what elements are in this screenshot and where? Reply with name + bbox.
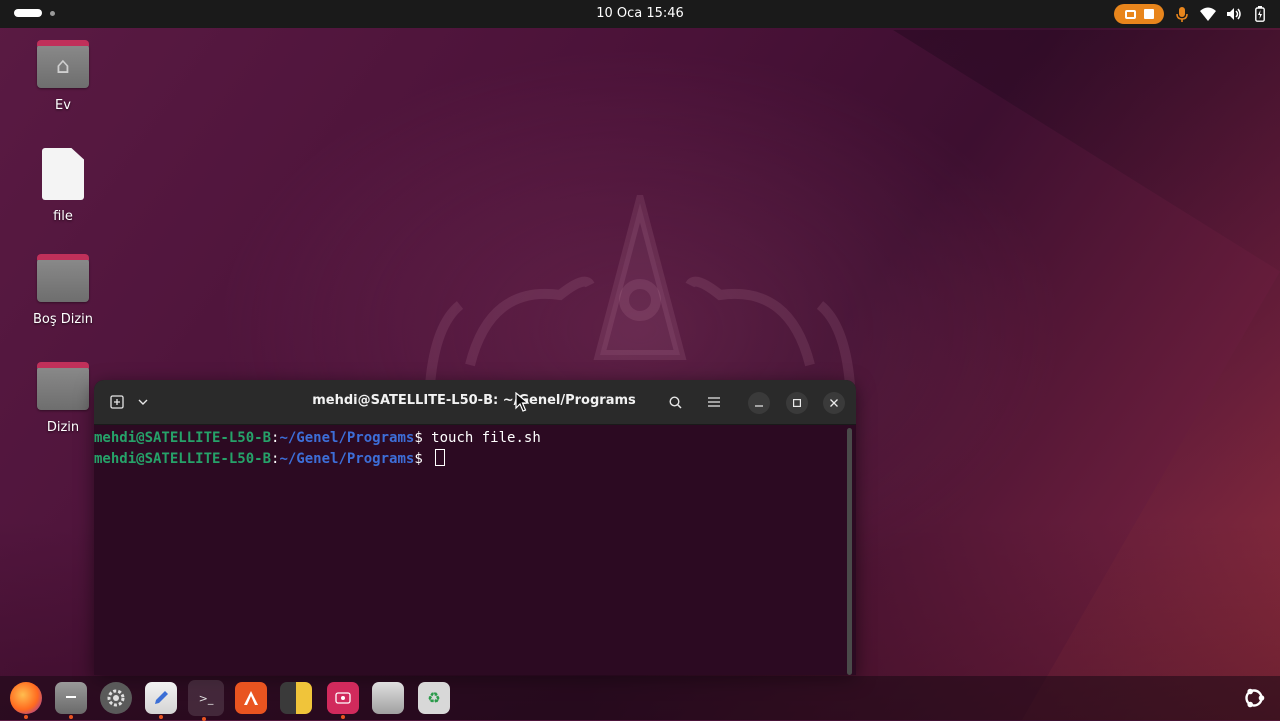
home-icon: ⌂: [56, 54, 70, 79]
stop-icon: [1143, 9, 1154, 19]
running-indicator: [24, 715, 28, 719]
trash-icon[interactable]: ♻: [418, 682, 450, 714]
screencast-icon: [1124, 9, 1136, 19]
drive-icon[interactable]: [372, 682, 404, 714]
minimize-icon: [755, 405, 763, 407]
desktop-icon-empty-folder[interactable]: Boş Dizin: [22, 254, 104, 327]
minimize-button[interactable]: [748, 392, 770, 414]
hamburger-icon: [708, 397, 720, 407]
running-indicator: [159, 715, 163, 719]
prompt-path: ~/Genel/Programs: [279, 451, 415, 467]
chevron-down-icon: [138, 399, 148, 405]
new-tab-icon: [110, 395, 124, 409]
search-button[interactable]: [662, 390, 688, 414]
maximize-button[interactable]: [786, 392, 808, 414]
pencil-glyph: [155, 691, 168, 704]
wifi-icon: [1200, 6, 1216, 22]
maximize-icon: [793, 399, 801, 407]
prompt-user: mehdi@SATELLITE-L50-B: [94, 451, 272, 467]
new-tab-button[interactable]: [104, 390, 130, 414]
files-icon[interactable]: [55, 682, 87, 719]
terminal-header-bar[interactable]: mehdi@SATELLITE-L50-B: ~/Genel/Programs: [94, 380, 856, 425]
clock[interactable]: 10 Oca 15:46: [0, 6, 1280, 21]
app-center-glyph: [244, 691, 258, 705]
close-button[interactable]: [823, 392, 845, 414]
ubuntu-logo-glyph: [1245, 688, 1265, 708]
desktop-icon-file[interactable]: file: [22, 148, 104, 224]
terminal-output[interactable]: mehdi@SATELLITE-L50-B:~/Genel/Programs$ …: [94, 424, 848, 675]
terminal-line: mehdi@SATELLITE-L50-B:~/Genel/Programs$: [94, 449, 848, 470]
home-folder-icon: ⌂: [37, 40, 89, 88]
desktop-icon-label: file: [53, 209, 73, 224]
show-apps-icon[interactable]: [1238, 682, 1270, 714]
running-indicator: [69, 715, 73, 719]
prompt-symbol: $: [414, 430, 432, 446]
gear-glyph: [107, 689, 125, 707]
close-icon: [830, 399, 838, 407]
wallpaper-ray: [893, 30, 1280, 720]
wallpaper-mascot-logo: [425, 195, 855, 386]
folder-tab-glyph: [66, 696, 76, 698]
volume-icon: [1226, 6, 1242, 22]
desktop-icon-folder[interactable]: Dizin: [22, 362, 104, 435]
folder-icon: [37, 254, 89, 302]
terminal-app-icon[interactable]: >_: [188, 680, 224, 721]
desktop-icon-label: Boş Dizin: [32, 312, 94, 327]
record-glyph: [335, 692, 351, 704]
terminal-line: mehdi@SATELLITE-L50-B:~/Genel/Programs$ …: [94, 428, 848, 449]
command-text: touch file.sh: [431, 430, 541, 446]
desktop-icon-label: Dizin: [46, 420, 80, 435]
screen-recorder-icon[interactable]: [327, 682, 359, 719]
battery-icon: [1252, 6, 1268, 22]
settings-gear-icon[interactable]: [100, 682, 132, 714]
terminal-scrollbar[interactable]: [847, 428, 852, 675]
system-tray[interactable]: [1114, 4, 1268, 24]
top-bar: 10 Oca 15:46: [0, 0, 1280, 28]
search-icon: [668, 395, 682, 409]
folder-icon: [37, 362, 89, 410]
terminal-window[interactable]: mehdi@SATELLITE-L50-B: ~/Genel/Programs …: [94, 380, 856, 675]
prompt-path: ~/Genel/Programs: [279, 430, 415, 446]
prompt-user: mehdi@SATELLITE-L50-B: [94, 430, 272, 446]
desktop-icon-label: Ev: [55, 98, 71, 113]
desktop-icon-home[interactable]: ⌂ Ev: [22, 40, 104, 113]
calculator-icon[interactable]: [280, 682, 312, 714]
text-editor-icon[interactable]: [145, 682, 177, 719]
screen-recording-indicator[interactable]: [1114, 4, 1164, 24]
dock: >_ ♻: [0, 676, 1280, 721]
tab-menu-button[interactable]: [132, 390, 154, 414]
running-indicator: [202, 717, 206, 721]
terminal-title: mehdi@SATELLITE-L50-B: ~/Genel/Programs: [312, 393, 636, 408]
text-cursor: [435, 449, 446, 466]
running-indicator: [341, 715, 345, 719]
app-center-icon[interactable]: [235, 682, 267, 714]
file-icon: [42, 148, 84, 200]
main-menu-button[interactable]: [701, 390, 727, 414]
mouse-pointer-icon: [515, 392, 529, 412]
firefox-icon[interactable]: [10, 682, 42, 719]
microphone-icon: [1174, 6, 1190, 22]
prompt-symbol: $: [414, 451, 432, 467]
